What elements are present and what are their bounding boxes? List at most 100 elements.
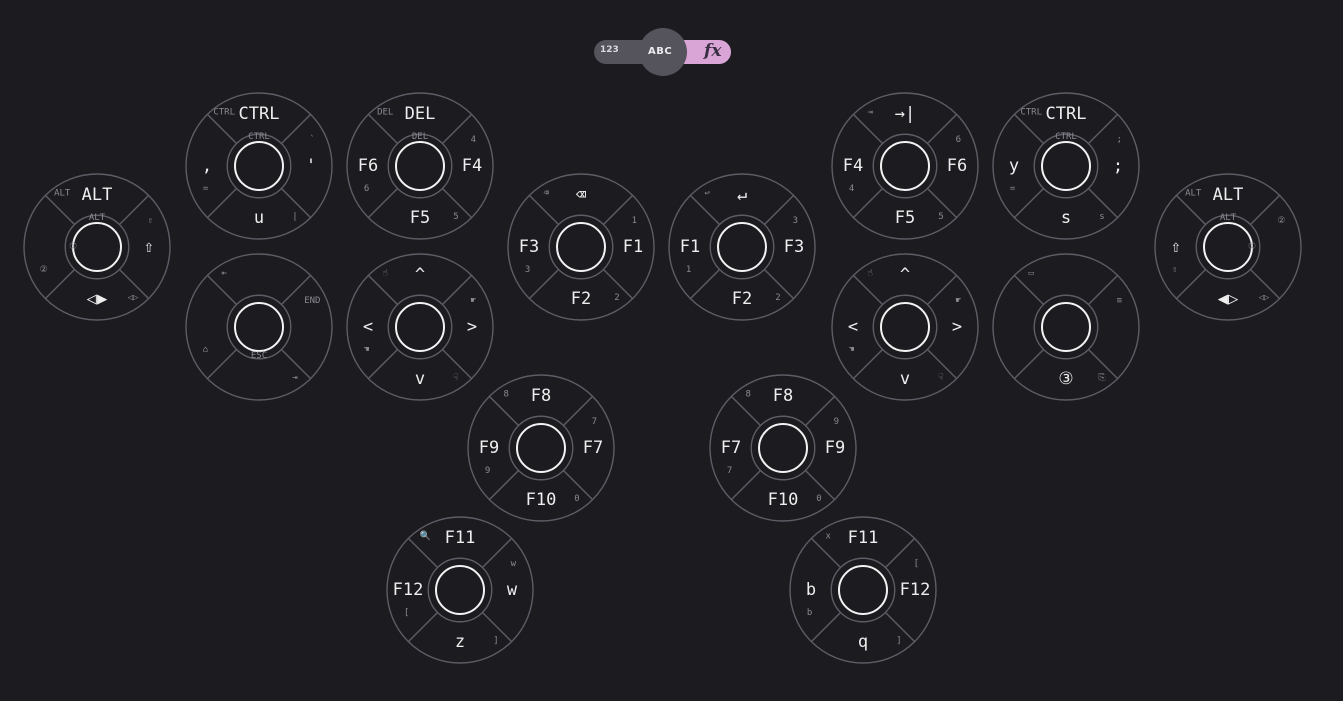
key-left-alt-shift[interactable]: ALT ⇧ ◁▶ ALT ⇧ ◁▷ ② ALT ① (23, 173, 171, 321)
swipe-left-secondary: 4 (849, 184, 854, 194)
key-divider (488, 395, 520, 427)
key-center-button[interactable] (516, 423, 566, 473)
key-divider (1175, 268, 1207, 300)
key-left-del-f4[interactable]: DEL F4 F5 F6 DEL 4 5 6 DEL (346, 92, 494, 240)
swipe-up-secondary: ↩ (704, 189, 709, 199)
swipe-down-label: ◁▶ (86, 289, 108, 309)
key-center-button[interactable] (395, 302, 445, 352)
swipe-down-secondary: ⇥ (292, 373, 297, 383)
key-divider (1087, 113, 1119, 145)
key-center-button[interactable] (556, 222, 606, 272)
swipe-up-secondary: 🔍 (420, 530, 431, 542)
key-center-button[interactable] (234, 302, 284, 352)
swipe-left-label: F4 (843, 156, 863, 176)
key-divider (1249, 194, 1281, 226)
key-center-button[interactable] (838, 565, 888, 615)
swipe-left-label: < (363, 317, 373, 337)
key-center-button[interactable] (758, 423, 808, 473)
key-left-f11[interactable]: F11 w z F12 🔍 w] [ (386, 516, 534, 664)
key-center-button[interactable] (234, 141, 284, 191)
center-up-hint: CTRL (1055, 132, 1077, 142)
swipe-left-label: F3 (519, 237, 539, 257)
key-divider (528, 268, 560, 300)
key-left-ctrl-u[interactable]: CTRL ' u, CTRL ` | = CTRL (185, 92, 333, 240)
swipe-left-label: b (806, 580, 816, 600)
swipe-left-secondary: ☚ (364, 345, 370, 355)
key-divider (804, 395, 836, 427)
key-inner-ring (387, 294, 453, 360)
key-center-button[interactable] (880, 141, 930, 191)
swipe-right-secondary: [ (914, 559, 919, 569)
swipe-right-label: F12 (900, 580, 931, 600)
key-divider (926, 113, 958, 145)
swipe-up-label: CTRL (1046, 104, 1087, 124)
key-inner-ring (830, 557, 896, 623)
swipe-down-label: ◀▷ (1218, 289, 1239, 309)
key-left-nav[interactable]: ⇤ END ⇥ ⌂ ESC (185, 253, 333, 401)
swipe-left-secondary: 7 (727, 466, 732, 476)
key-left-arrows[interactable]: ^ > v < ☝ ☛ ☟ ☚ (346, 253, 494, 401)
key-divider (926, 274, 958, 306)
swipe-left-label: F6 (358, 156, 378, 176)
key-divider (206, 113, 238, 145)
key-divider (407, 611, 439, 643)
swipe-right-secondary: ; (1117, 135, 1122, 145)
key-divider (206, 274, 238, 306)
swipe-down-label: s (1061, 208, 1071, 228)
key-right-f11[interactable]: F11 F12 q b x [] b (789, 516, 937, 664)
key-right-enter-f1[interactable]: ↵ F3 F2 F1 ↩ 3 2 1 (668, 173, 816, 321)
key-center-button[interactable] (435, 565, 485, 615)
key-divider (730, 469, 762, 501)
swipe-down-secondary: | (292, 212, 297, 222)
key-inner-ring (872, 294, 938, 360)
key-right-alt-shift[interactable]: ALT ◀▷ ⇧ ALT ② ◁▷ ⇧ ALT ① (1154, 173, 1302, 321)
key-inner-ring (548, 214, 614, 280)
swipe-down-label: F2 (571, 289, 591, 309)
key-divider (367, 274, 399, 306)
swipe-right-label: F3 (784, 237, 804, 257)
swipe-left-secondary: = (1010, 184, 1016, 194)
swipe-right-secondary: 1 (632, 216, 637, 226)
key-divider (407, 537, 439, 569)
key-left-backspace-f1[interactable]: ⌫ F1 F2 F3 ⌫ 1 2 3 (507, 173, 655, 321)
swipe-down-label: F2 (732, 289, 752, 309)
key-right-ctrl-s[interactable]: CTRL; s y CTRL; s = CTRL (992, 92, 1140, 240)
key-right-arrows[interactable]: ^ > v < ☝ ☛ ☟ ☚ (831, 253, 979, 401)
swipe-left-label: , (202, 156, 212, 176)
swipe-up-label: F11 (445, 528, 476, 548)
key-center-button[interactable] (395, 141, 445, 191)
key-right-f8[interactable]: F8 F9 F10 F7 8 9 0 7 (709, 374, 857, 522)
swipe-down-label: v (900, 369, 910, 389)
swipe-left-secondary: 6 (364, 184, 369, 194)
swipe-up-label: DEL (405, 104, 436, 124)
swipe-up-label: ⌫ (575, 185, 587, 205)
swipe-left-secondary: 9 (485, 466, 490, 476)
swipe-down-secondary: 2 (614, 293, 619, 303)
swipe-right-secondary: 7 (592, 417, 597, 427)
swipe-right-secondary: ≡ (1117, 296, 1123, 306)
key-divider (1013, 113, 1045, 145)
key-center-button[interactable] (1203, 222, 1253, 272)
swipe-left-label: < (848, 317, 858, 337)
swipe-left-label: F7 (721, 438, 741, 458)
swipe-right-label: ⇧ (144, 237, 154, 257)
key-inner-ring (709, 214, 775, 280)
key-divider (1087, 274, 1119, 306)
key-divider (441, 274, 473, 306)
key-divider (44, 194, 76, 226)
key-divider (852, 187, 884, 219)
swipe-left-secondary: ⇧ (1172, 265, 1177, 275)
key-left-f8[interactable]: F8 F7 F10 F9 8 7 0 9 (467, 374, 615, 522)
key-center-button[interactable] (1041, 141, 1091, 191)
key-divider (488, 469, 520, 501)
swipe-right-secondary: w (511, 559, 517, 569)
key-center-button[interactable] (72, 222, 122, 272)
swipe-down-label: F10 (768, 490, 799, 510)
key-center-button[interactable] (717, 222, 767, 272)
center-right-hint: ① (1248, 242, 1256, 252)
key-right-tab-f6[interactable]: →| F6 F5 F4 ⇥ 6 5 4 (831, 92, 979, 240)
key-center-button[interactable] (880, 302, 930, 352)
swipe-up-secondary: CTRL (213, 108, 235, 118)
key-center-button[interactable] (1041, 302, 1091, 352)
key-right-misc[interactable]: ③ ▭ ≡ ⎘ (992, 253, 1140, 401)
